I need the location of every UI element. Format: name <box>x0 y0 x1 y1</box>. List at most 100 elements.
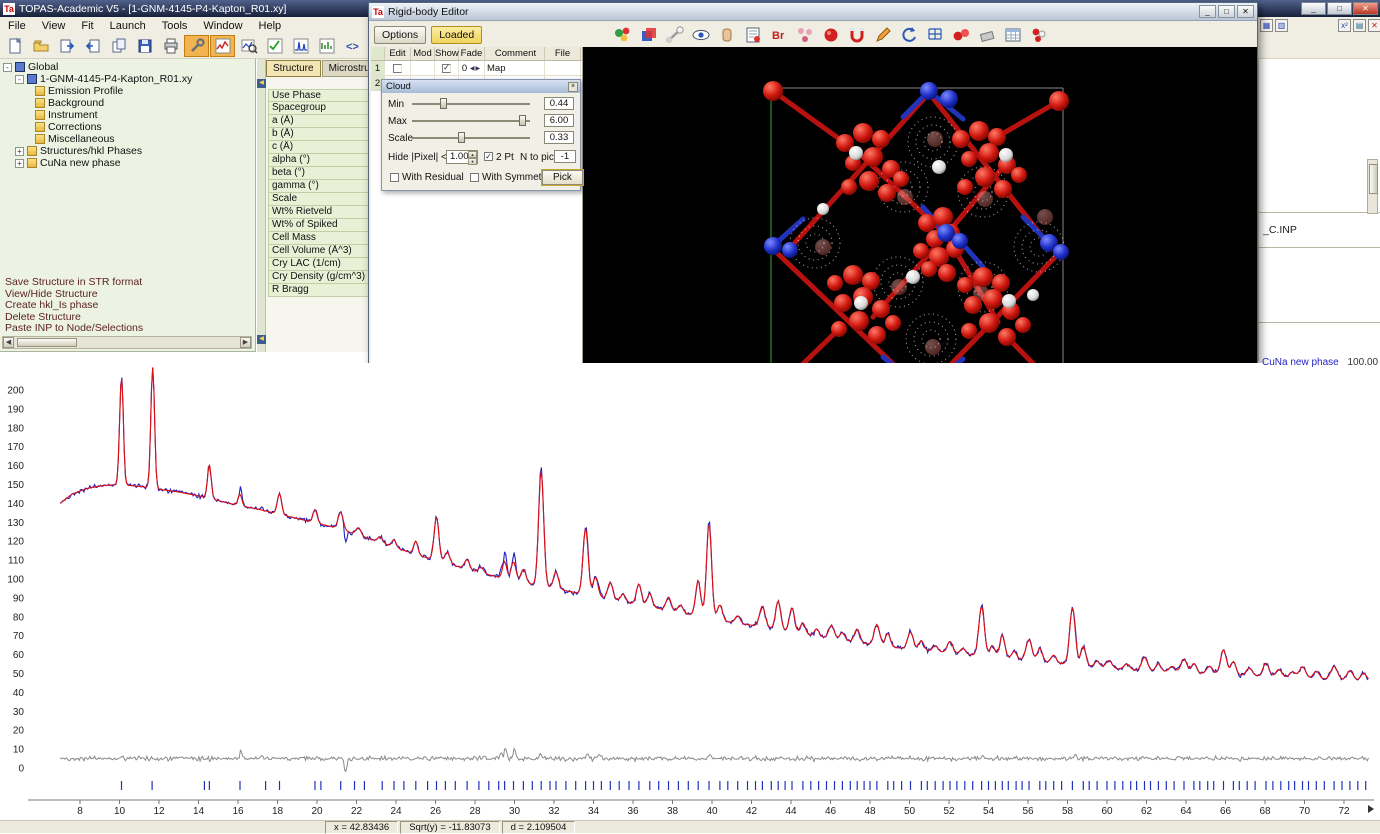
param-wt-spiked[interactable]: Wt% of Spiked <box>268 219 370 232</box>
tree-node-global[interactable]: -Global <box>3 61 192 73</box>
param-use-phase[interactable]: Use Phase <box>268 89 370 102</box>
minimize-button[interactable]: _ <box>1301 2 1326 15</box>
param-gamma[interactable]: gamma (°) <box>268 180 370 193</box>
tree-horizontal-scrollbar[interactable]: ◀ ▶ <box>2 336 252 349</box>
cluster-icon[interactable] <box>1026 24 1052 46</box>
tree-node-file[interactable]: -1-GNM-4145-P4-Kapton_R01.xy <box>15 73 192 85</box>
eye-icon[interactable] <box>688 24 714 46</box>
edit-checkbox[interactable] <box>393 64 402 73</box>
bond-icon[interactable] <box>662 24 688 46</box>
param-c[interactable]: c (Å) <box>268 141 370 154</box>
output-vertical-scrollbar[interactable] <box>1367 159 1378 214</box>
close-pane-icon[interactable]: ✕ <box>1368 19 1380 32</box>
editor-maximize-button[interactable]: □ <box>1218 5 1235 18</box>
sphere-pair-icon[interactable] <box>948 24 974 46</box>
param-r-bragg[interactable]: R Bragg <box>268 284 370 297</box>
min-slider[interactable] <box>412 98 530 110</box>
tree-node-instrument[interactable]: Instrument <box>35 109 192 121</box>
min-value-field[interactable]: 0.44 <box>544 97 574 110</box>
max-value-field[interactable]: 6.00 <box>544 114 574 127</box>
sphere-icon[interactable] <box>818 24 844 46</box>
new-file-icon[interactable] <box>2 35 27 57</box>
select-chart-icon[interactable] <box>262 35 287 57</box>
diffraction-chart[interactable]: 0102030405060708090100110120130140150160… <box>0 363 1380 820</box>
scroll-up-arrow-icon[interactable]: ◀ <box>257 79 266 88</box>
scale-value-field[interactable]: 0.33 <box>544 131 574 144</box>
structure-balls-icon[interactable] <box>610 24 636 46</box>
chart-icon[interactable]: ▥ <box>1275 19 1288 32</box>
slider-thumb[interactable] <box>458 132 465 143</box>
tab-structure[interactable]: Structure <box>266 60 321 77</box>
print-icon[interactable] <box>158 35 183 57</box>
menu-help[interactable]: Help <box>251 19 290 33</box>
n-to-pick-field[interactable]: -1 <box>554 150 576 163</box>
max-slider[interactable] <box>412 115 530 127</box>
param-spacegroup[interactable]: Spacegroup <box>268 102 370 115</box>
phase-legend[interactable]: CuNa new phase 100.00 % <box>1262 357 1380 368</box>
with-symmetry-checkbox[interactable] <box>470 173 479 182</box>
pencil-icon[interactable] <box>870 24 896 46</box>
param-cell-volume[interactable]: Cell Volume (Å^3) <box>268 245 370 258</box>
param-scale[interactable]: Scale <box>268 193 370 206</box>
menu-launch[interactable]: Launch <box>102 19 154 33</box>
slider-thumb[interactable] <box>519 115 526 126</box>
molecule-icon[interactable] <box>792 24 818 46</box>
two-pt-checkbox[interactable]: ✓ <box>484 152 493 161</box>
param-cry-lac[interactable]: Cry LAC (1/cm) <box>268 258 370 271</box>
param-a[interactable]: a (Å) <box>268 115 370 128</box>
slider-thumb[interactable] <box>440 98 447 109</box>
param-cry-density[interactable]: Cry Density (g/cm^3) <box>268 271 370 284</box>
x2-icon[interactable]: x² <box>1338 19 1351 32</box>
import-icon[interactable] <box>54 35 79 57</box>
zoom-chart-icon[interactable] <box>236 35 261 57</box>
hkl-ticks-icon[interactable] <box>314 35 339 57</box>
menu-fit[interactable]: Fit <box>73 19 101 33</box>
menu-file[interactable]: File <box>0 19 34 33</box>
action-save-str[interactable]: Save Structure in STR format <box>5 277 143 289</box>
peaks-chart-icon[interactable] <box>288 35 313 57</box>
cloud-close-icon[interactable]: × <box>568 82 578 92</box>
scroll-thumb[interactable] <box>17 338 77 347</box>
hand-icon[interactable] <box>714 24 740 46</box>
eraser-icon[interactable] <box>974 24 1000 46</box>
expand-icon[interactable]: + <box>15 159 24 168</box>
tree-node-corrections[interactable]: Corrections <box>35 121 192 133</box>
maximize-button[interactable]: □ <box>1327 2 1352 15</box>
layers-icon[interactable]: ▤ <box>1353 19 1366 32</box>
editor-title-bar[interactable]: Ta Rigid-body Editor _ □ ✕ <box>369 3 1257 21</box>
cube-icon[interactable] <box>636 24 662 46</box>
fade-spinner[interactable]: ◀▶ <box>470 65 481 72</box>
tree-node-emission-profile[interactable]: Emission Profile <box>35 85 192 97</box>
br-element-icon[interactable]: Br <box>766 24 792 46</box>
fit-wrench-icon[interactable] <box>184 35 209 57</box>
tree-node-background[interactable]: Background <box>35 97 192 109</box>
refine-chart-icon[interactable] <box>210 35 235 57</box>
duplicate-icon[interactable] <box>106 35 131 57</box>
hide-pixel-spinbox[interactable]: 1.00 ▲▼ <box>446 150 478 164</box>
loaded-button[interactable]: Loaded <box>431 26 482 44</box>
scroll-thumb[interactable] <box>1369 164 1378 194</box>
scroll-down-arrow-icon[interactable]: ◀ <box>257 335 266 344</box>
table-icon[interactable]: ▦ <box>1260 19 1273 32</box>
param-wt-rietveld[interactable]: Wt% Rietveld <box>268 206 370 219</box>
expand-icon[interactable]: + <box>15 147 24 156</box>
options-button[interactable]: Options <box>374 26 426 44</box>
open-icon[interactable] <box>28 35 53 57</box>
editor-close-button[interactable]: ✕ <box>1237 5 1254 18</box>
file-cell[interactable] <box>545 61 581 75</box>
editor-minimize-button[interactable]: _ <box>1199 5 1216 18</box>
collapse-icon[interactable]: - <box>3 63 12 72</box>
close-button[interactable]: ✕ <box>1353 2 1378 15</box>
param-b[interactable]: b (Å) <box>268 128 370 141</box>
param-beta[interactable]: beta (°) <box>268 167 370 180</box>
table-icon[interactable] <box>1000 24 1026 46</box>
menu-tools[interactable]: Tools <box>154 19 196 33</box>
grid-row-1[interactable]: 1 ✓ 0 ◀▶ Map <box>371 61 582 76</box>
magnet-icon[interactable] <box>844 24 870 46</box>
spin-up-icon[interactable]: ▲ <box>468 151 477 158</box>
export-icon[interactable] <box>80 35 105 57</box>
code-icon[interactable]: <> <box>340 35 365 57</box>
collapse-icon[interactable]: - <box>15 75 24 84</box>
tree-node-cuna-phase[interactable]: +CuNa new phase <box>15 157 192 169</box>
scroll-right-icon[interactable]: ▶ <box>240 337 251 348</box>
